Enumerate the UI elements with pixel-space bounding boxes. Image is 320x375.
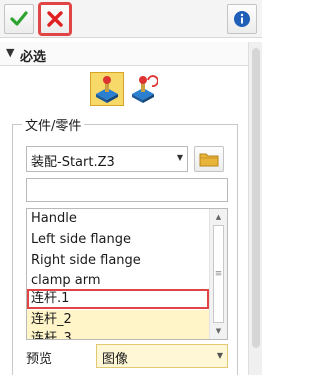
section-title: 必选	[20, 50, 47, 65]
preview-label: 预览	[26, 352, 53, 367]
info-icon	[234, 11, 250, 27]
list-item[interactable]: Right side flange	[27, 251, 209, 271]
chevron-down-icon: ▼	[216, 351, 223, 360]
insert-component-mode-button[interactable]	[90, 72, 124, 106]
scroll-thumb[interactable]: ≡	[213, 225, 224, 323]
list-scrollbar[interactable]: ▲ ≡ ▼	[209, 209, 227, 339]
browse-folder-button[interactable]	[194, 146, 224, 172]
info-button[interactable]	[227, 4, 257, 34]
file-combobox-value: 装配-Start.Z3	[31, 155, 115, 170]
file-part-group-label: 文件/零件	[22, 115, 85, 134]
folder-icon	[199, 153, 219, 167]
assembly-existing-icon	[132, 75, 158, 103]
scroll-up-arrow-icon[interactable]: ▲	[210, 209, 227, 225]
chevron-down-icon: ▼	[176, 153, 183, 162]
close-icon	[47, 11, 63, 27]
toolbar	[0, 0, 262, 38]
panel-scroll-thumb[interactable]	[252, 48, 260, 348]
list-item[interactable]: 连杆_3	[27, 329, 209, 339]
file-combobox[interactable]: 装配-Start.Z3 ▼	[26, 146, 188, 172]
list-item[interactable]: Left side flange	[27, 230, 209, 250]
preview-select-value: 图像	[102, 352, 129, 367]
assembly-insert-icon	[96, 76, 118, 103]
list-item[interactable]: 连杆.1	[27, 289, 209, 309]
checkmark-icon	[10, 11, 28, 26]
list-item[interactable]: 连杆_2	[27, 310, 209, 330]
required-section-header[interactable]: ▼ 必选	[0, 42, 262, 66]
filter-input[interactable]	[26, 178, 228, 202]
scroll-down-arrow-icon[interactable]: ▼	[210, 323, 227, 339]
preview-select[interactable]: 图像 ▼	[96, 344, 228, 368]
collapse-arrow-icon[interactable]: ▼	[6, 46, 14, 59]
list-item[interactable]: Handle	[27, 209, 209, 229]
list-item[interactable]: clamp arm	[27, 271, 209, 291]
cancel-button[interactable]	[38, 2, 72, 36]
existing-component-mode-button[interactable]	[126, 72, 160, 106]
panel-scrollbar[interactable]	[248, 42, 262, 375]
ok-button[interactable]	[4, 4, 34, 34]
part-list[interactable]: Handle Left side flange Right side flang…	[26, 208, 228, 340]
